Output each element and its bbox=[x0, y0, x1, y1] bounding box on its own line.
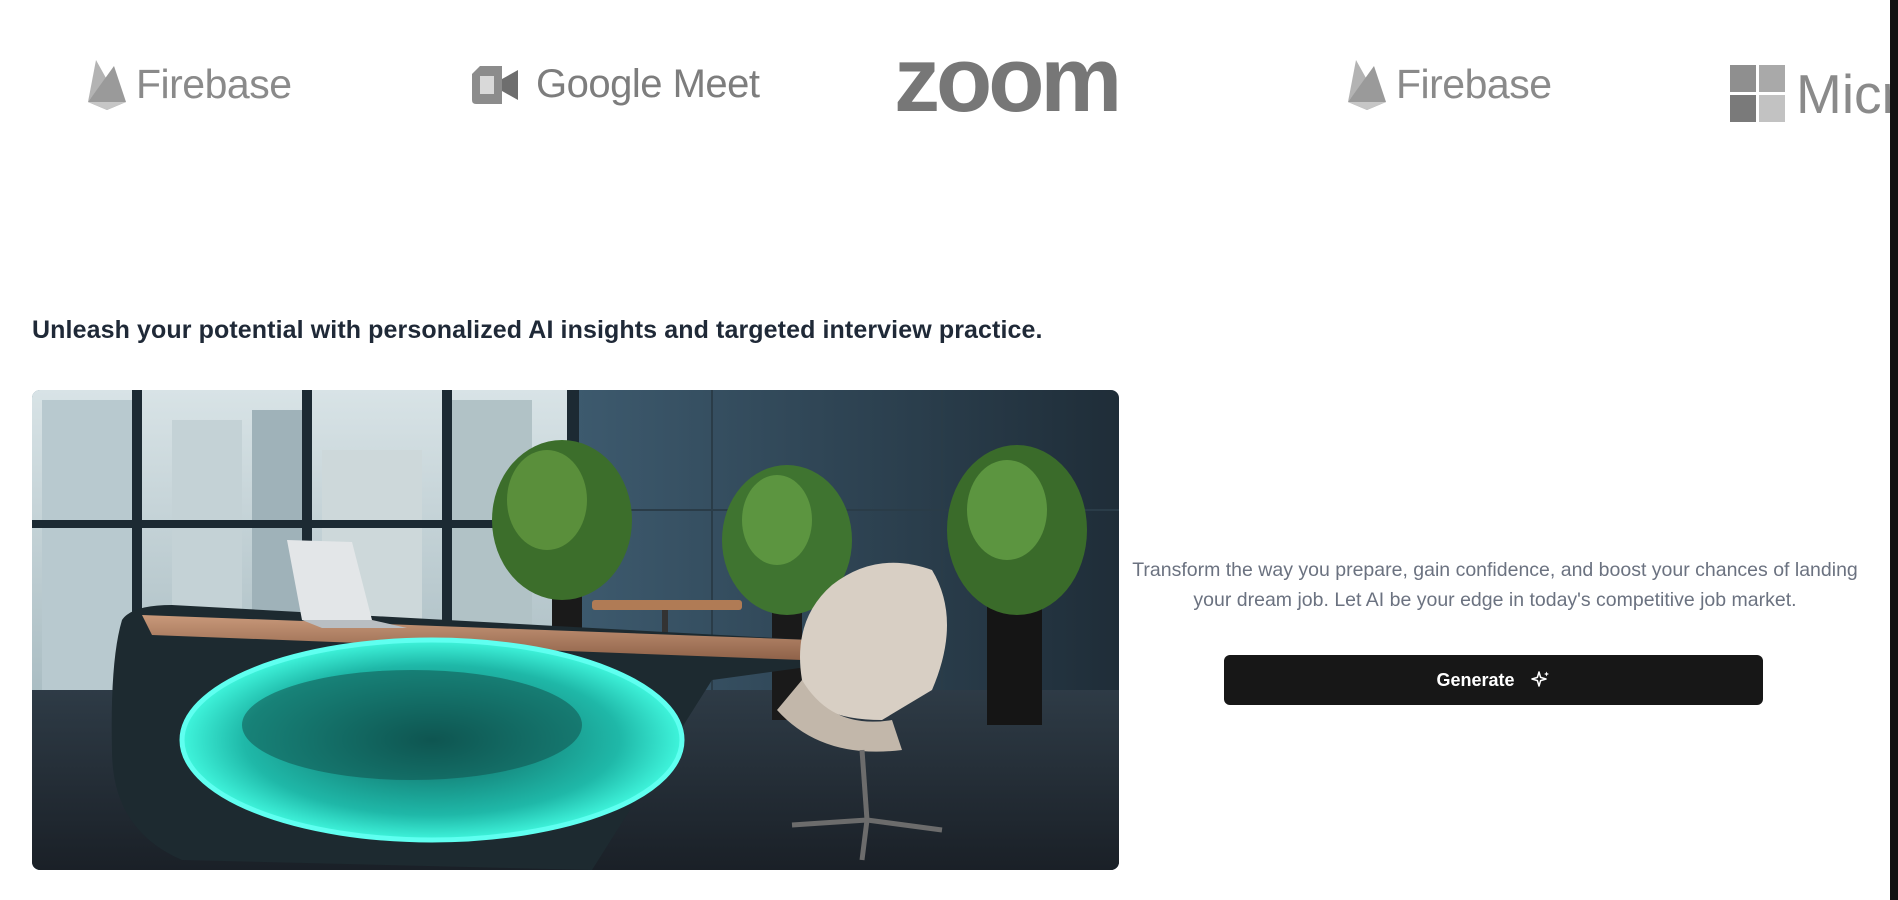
sparkle-icon bbox=[1530, 671, 1549, 687]
description-text: Transform the way you prepare, gain conf… bbox=[1132, 559, 1858, 611]
logo-firebase: Firebase bbox=[1346, 56, 1552, 112]
generate-button[interactable]: Generate bbox=[1224, 655, 1763, 705]
cta-panel: Transform the way you prepare, gain conf… bbox=[1130, 555, 1860, 615]
microsoft-windows-icon bbox=[1730, 65, 1785, 122]
hero-image bbox=[32, 390, 1119, 870]
tagline-heading: Unleash your potential with personalized… bbox=[32, 316, 1043, 344]
firebase-flame-icon bbox=[1348, 60, 1386, 110]
office-desk-illustration bbox=[32, 390, 1119, 870]
logo-firebase: Firebase bbox=[86, 56, 292, 112]
logo-zoom: zoom bbox=[894, 28, 1122, 133]
logo-label: Micro bbox=[1796, 63, 1890, 125]
generate-button-label: Generate bbox=[1436, 669, 1515, 690]
logo-google-meet: Google Meet bbox=[472, 62, 760, 107]
logo-microsoft: Micro bbox=[1730, 62, 1890, 126]
window-edge bbox=[1890, 0, 1898, 900]
firebase-flame-icon bbox=[88, 60, 126, 110]
logo-label: Google Meet bbox=[536, 62, 760, 106]
partner-logo-strip: Firebase Google Meet zoom Firebase Micro bbox=[0, 0, 1890, 180]
logo-label: Firebase bbox=[136, 60, 292, 107]
logo-label: zoom bbox=[894, 29, 1122, 131]
google-meet-camera-icon bbox=[472, 65, 518, 104]
logo-label: Firebase bbox=[1396, 60, 1552, 107]
